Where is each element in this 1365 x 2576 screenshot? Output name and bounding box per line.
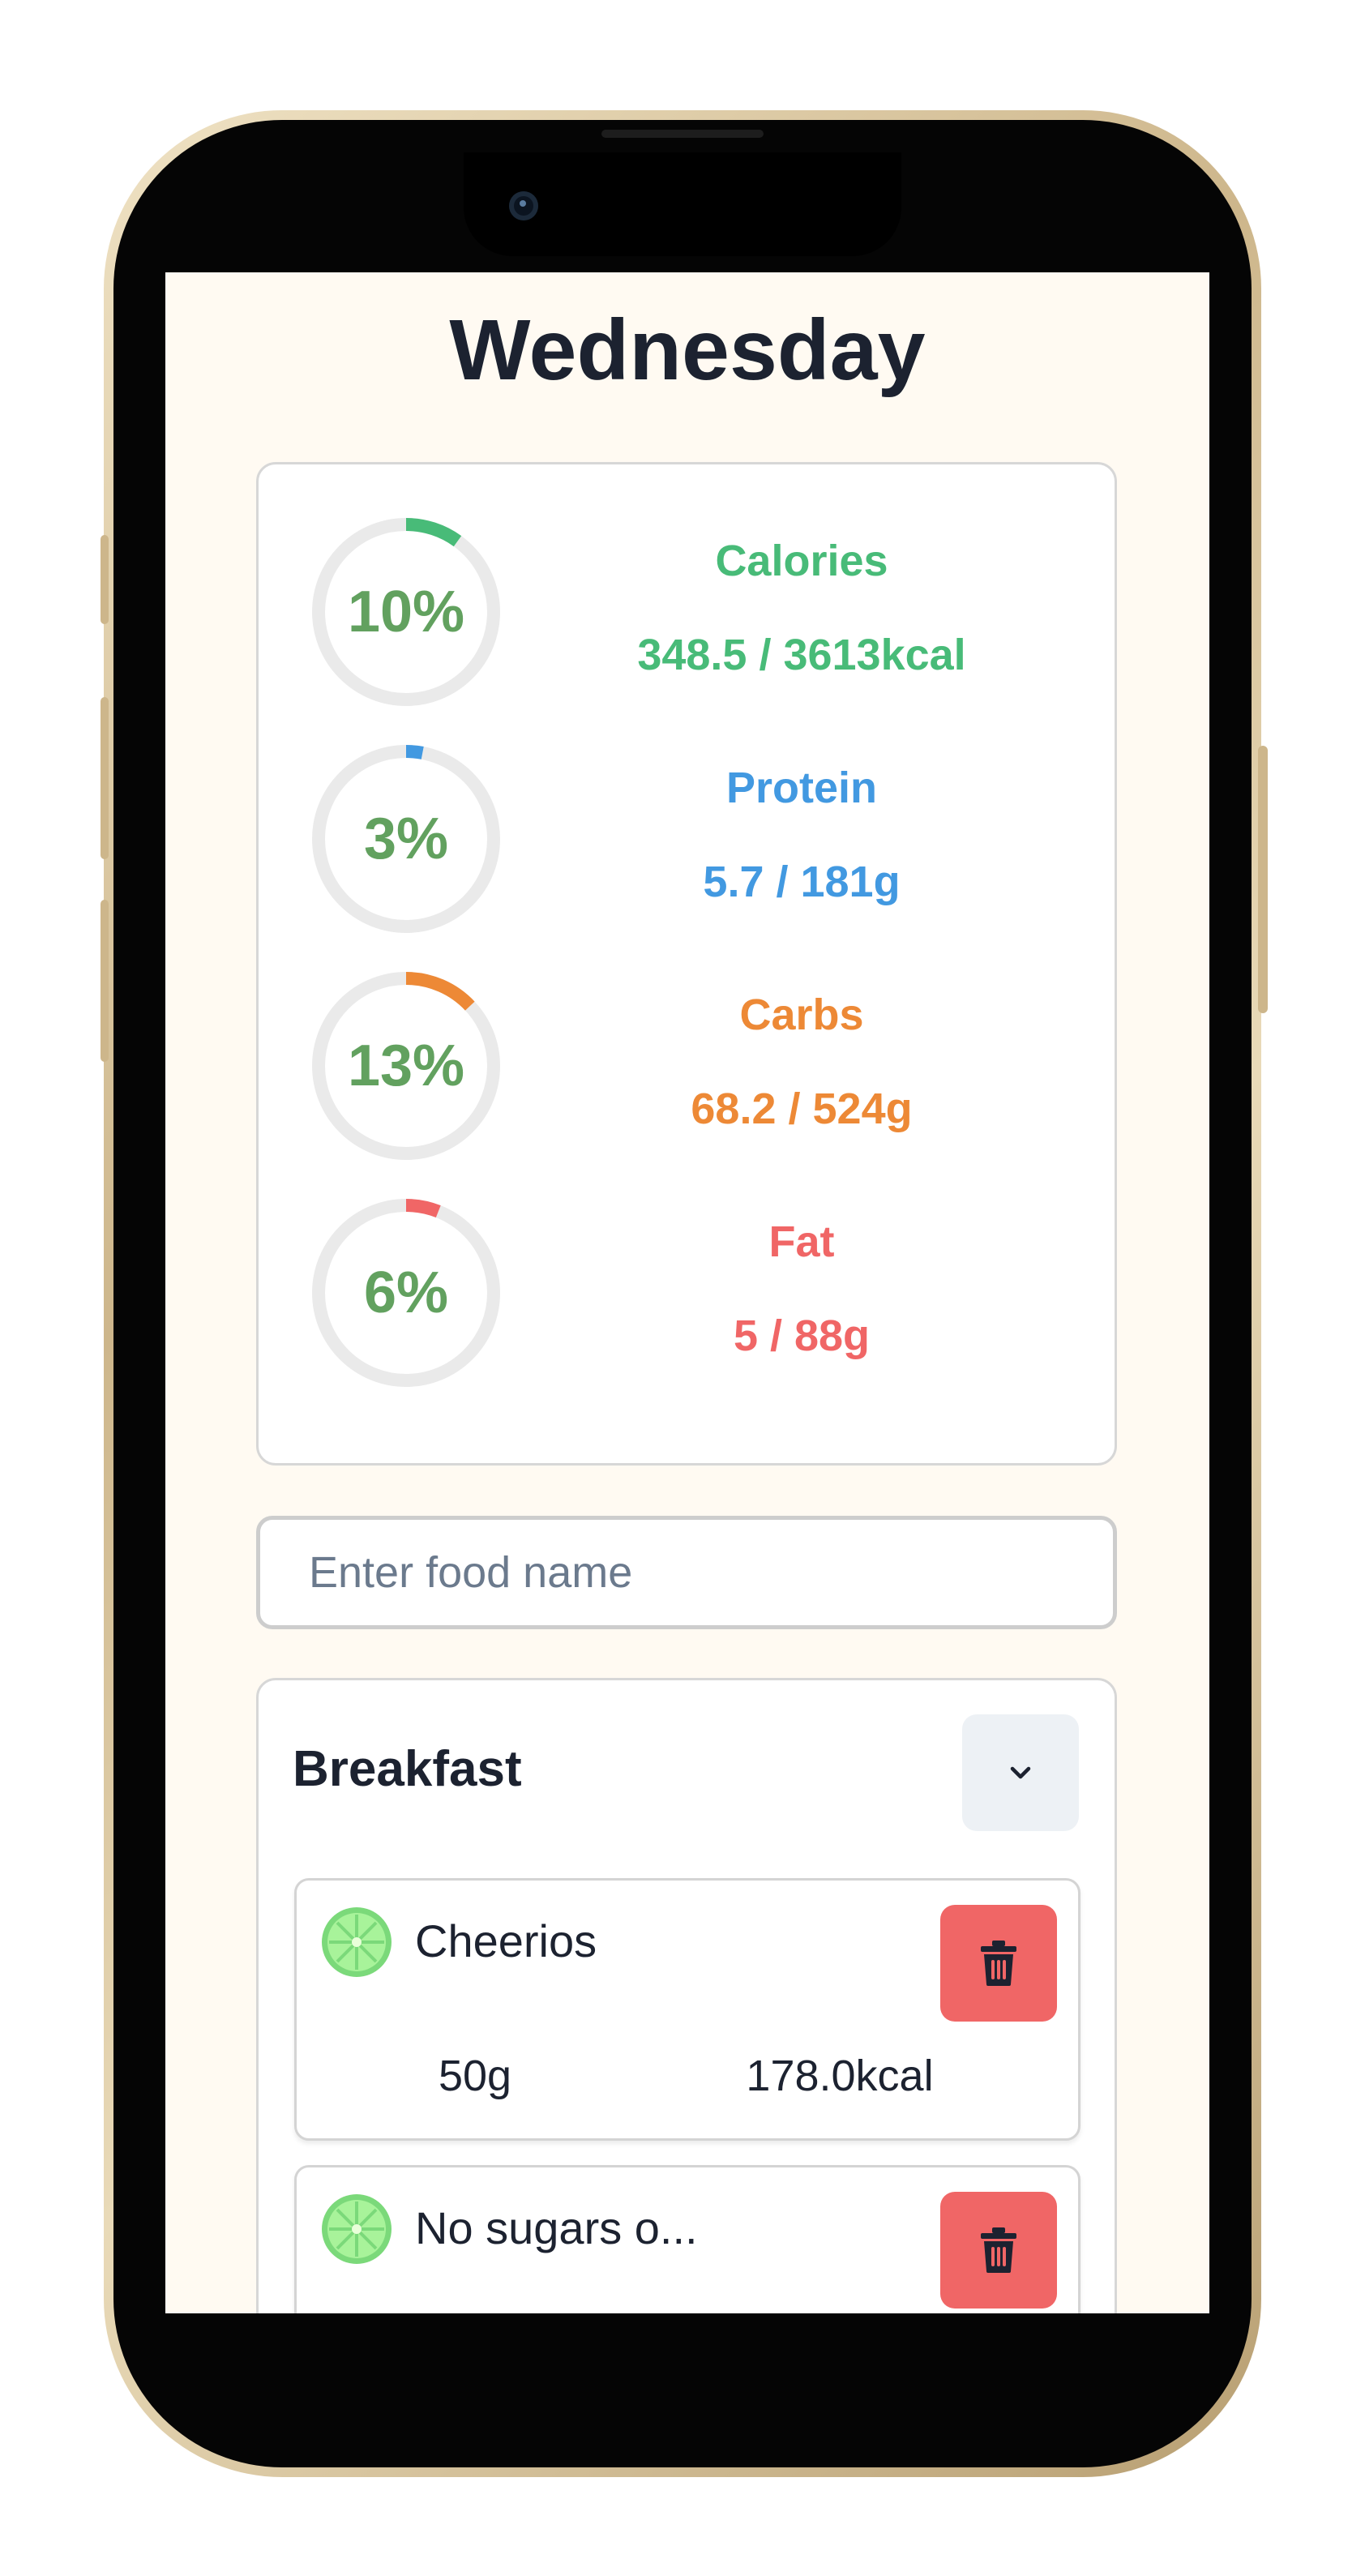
delete-food-button[interactable] [940, 1905, 1057, 2022]
food-search-input[interactable] [256, 1516, 1117, 1629]
front-camera [509, 191, 538, 220]
page-title: Wednesday [449, 302, 926, 398]
trash-icon [981, 2227, 1016, 2273]
stat-label-protein: Protein [725, 764, 878, 812]
side-button-volume-up [101, 697, 109, 859]
food-quantity: 50g [438, 2052, 512, 2100]
food-name: Cheerios [415, 1915, 597, 1966]
percent-protein: 3% [363, 807, 449, 871]
meal-card-breakfast: Breakfast Cheerios 50g 178.0kcal No suga… [256, 1678, 1117, 2313]
speaker-grille [601, 130, 764, 138]
chevron-down-icon [1010, 1766, 1031, 1779]
lime-icon [322, 1907, 392, 1977]
food-item: No sugars o... [294, 2165, 1080, 2313]
stat-row-calories: 10% Calories 348.5 / 3613kcal [259, 515, 1115, 709]
food-calories: 178.0kcal [746, 2052, 934, 2100]
delete-food-button[interactable] [940, 2192, 1057, 2309]
stat-label-fat: Fat [768, 1217, 835, 1266]
meal-title: Breakfast [293, 1741, 522, 1797]
food-item: Cheerios 50g 178.0kcal [294, 1878, 1080, 2141]
percent-calories: 10% [347, 580, 465, 644]
stat-value-carbs: 68.2 / 524g [691, 1085, 913, 1133]
percent-fat: 6% [363, 1260, 449, 1325]
percent-carbs: 13% [347, 1033, 465, 1098]
stat-label-calories: Calories [715, 537, 888, 585]
nutrition-summary-card: 10% Calories 348.5 / 3613kcal 3% Protein… [256, 462, 1117, 1466]
side-button-silent [101, 535, 109, 624]
stat-value-fat: 5 / 88g [733, 1312, 871, 1360]
app-screen: Wednesday 10% Calories 348.5 / 3613kcal … [165, 272, 1209, 2313]
side-button-volume-down [101, 900, 109, 1062]
stat-value-protein: 5.7 / 181g [703, 858, 901, 906]
stat-row-protein: 3% Protein 5.7 / 181g [259, 742, 1115, 936]
stat-value-calories: 348.5 / 3613kcal [637, 631, 966, 679]
stat-row-fat: 6% Fat 5 / 88g [259, 1196, 1115, 1390]
trash-icon [981, 1941, 1016, 1986]
lime-icon [322, 2194, 392, 2264]
side-button-power [1258, 746, 1268, 1013]
meal-toggle-button[interactable] [962, 1714, 1079, 1831]
food-name: No sugars o... [415, 2202, 698, 2253]
stat-label-carbs: Carbs [739, 991, 864, 1039]
stat-row-carbs: 13% Carbs 68.2 / 524g [259, 969, 1115, 1163]
